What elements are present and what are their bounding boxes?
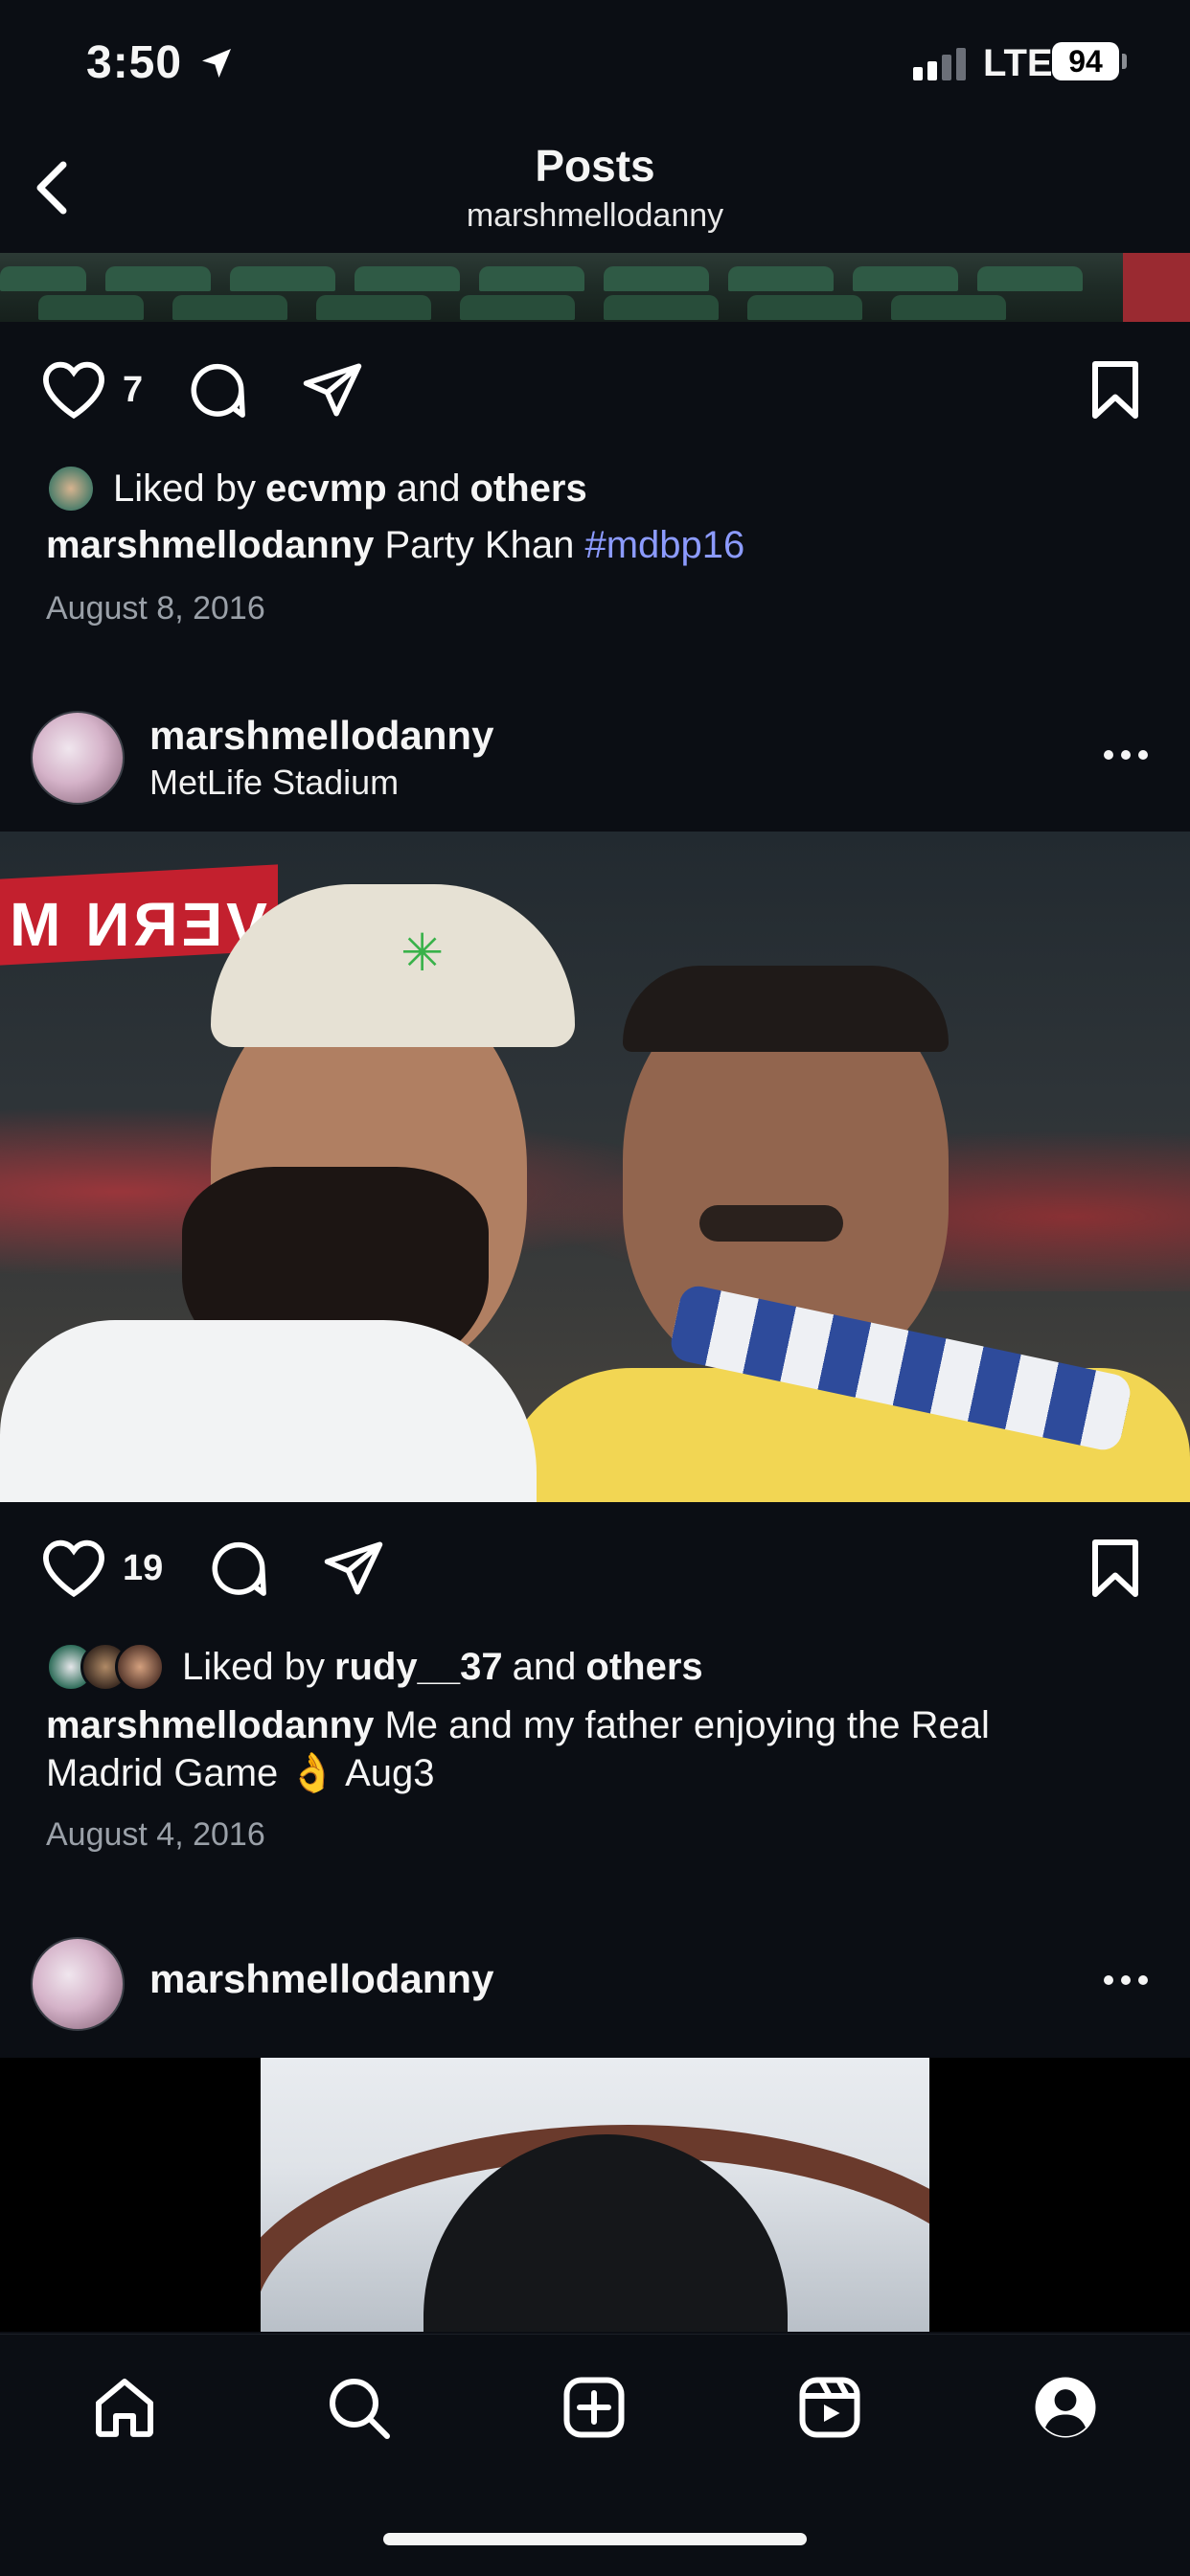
post-caption: marshmellodanny Me and my father enjoyin… [46,1701,1100,1797]
page-subtitle: marshmellodanny [466,197,724,234]
post-date: August 8, 2016 [46,590,265,627]
location-arrow-icon [197,44,236,82]
caption-username[interactable]: marshmellodanny [46,1704,374,1746]
liked-by-row[interactable]: Liked by rudy__37 and others [46,1642,703,1692]
post-image-stadium-seats[interactable] [0,253,1190,322]
liked-by-user[interactable]: ecvmp [265,467,387,511]
cannabis-leaf-icon: ✳ [400,924,445,982]
liked-by-others[interactable]: others [469,467,586,511]
post-caption: marshmellodanny Party Khan #mdbp16 [46,521,1148,569]
save-bookmark-icon[interactable] [1087,1537,1144,1600]
liked-by-prefix: Liked by [113,467,256,510]
comment-icon[interactable] [207,1537,270,1600]
page-title: Posts [535,141,655,191]
profile-icon[interactable] [1031,2373,1100,2442]
liked-by-and: and [512,1645,577,1688]
home-indicator[interactable] [383,2533,807,2545]
post-location[interactable]: MetLife Stadium [149,763,399,803]
liked-by-user[interactable]: rudy__37 [334,1646,503,1689]
status-time: 3:50 [86,37,183,88]
post-username[interactable]: marshmellodanny [149,1956,493,2002]
liked-by-row[interactable]: Liked by ecvmp and others [46,464,587,513]
more-options-icon[interactable] [1104,750,1148,760]
like-count[interactable]: 7 [123,370,143,411]
like-count[interactable]: 19 [123,1548,163,1589]
share-icon[interactable] [322,1539,385,1598]
save-bookmark-icon[interactable] [1087,358,1144,422]
search-icon[interactable] [324,2373,393,2442]
post-username[interactable]: marshmellodanny [149,713,493,759]
liker-avatar [115,1642,165,1692]
liker-avatar [46,464,96,513]
comment-icon[interactable] [186,358,249,422]
network-type: LTE [983,42,1053,84]
caption-hashtag[interactable]: #mdbp16 [584,524,744,566]
post-image-stadium-selfie[interactable]: VERN M ✳ [0,832,1190,1502]
banner-text: VERN M [6,890,267,959]
user-avatar[interactable] [31,711,125,805]
caption-username[interactable]: marshmellodanny [46,524,374,566]
home-icon[interactable] [90,2373,159,2442]
caption-text: Party Khan [384,524,575,566]
liked-by-prefix: Liked by [182,1645,325,1688]
battery-icon: 94 [1052,42,1119,80]
liked-by-and: and [396,467,461,510]
post-date: August 4, 2016 [46,1816,265,1853]
liked-by-others[interactable]: others [585,1646,702,1689]
reels-icon[interactable] [795,2373,864,2442]
battery-cap [1122,54,1127,69]
user-avatar[interactable] [31,1937,125,2031]
like-heart-icon[interactable] [40,1537,107,1598]
post-image-partial[interactable] [0,2058,1190,2332]
create-icon[interactable] [560,2373,629,2442]
share-icon[interactable] [301,360,364,420]
like-heart-icon[interactable] [40,358,107,420]
cellular-signal-icon [913,48,966,80]
more-options-icon[interactable] [1104,1975,1148,1985]
